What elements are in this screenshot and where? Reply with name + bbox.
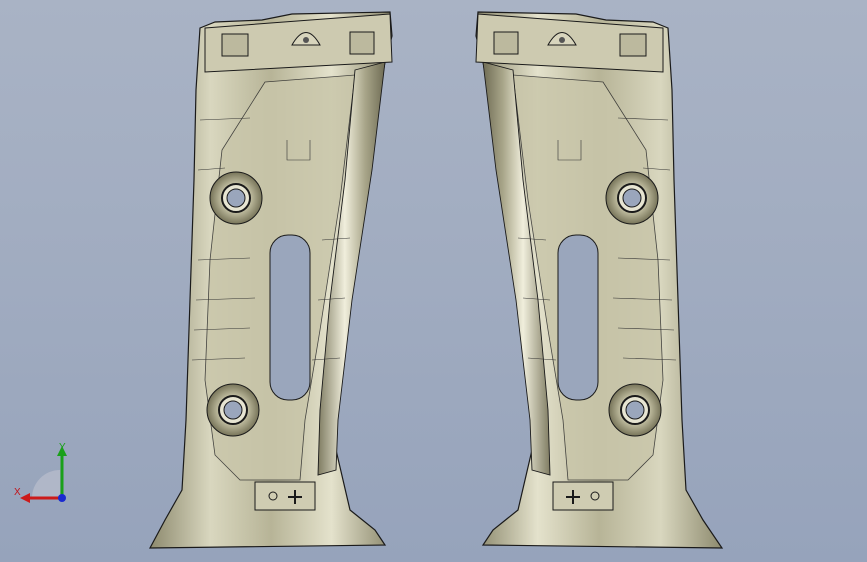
left-pillar-trim[interactable] [148, 11, 393, 549]
right-pillar-trim[interactable] [475, 11, 724, 549]
x-axis-arrow-icon [20, 493, 30, 503]
z-axis-dot-icon [58, 494, 66, 502]
axis-triad: Y X [14, 442, 67, 503]
cad-viewport[interactable]: Y X [0, 0, 867, 562]
triad-plane [32, 470, 60, 498]
x-axis-label: X [14, 487, 21, 498]
model-scene[interactable] [0, 0, 867, 562]
y-axis-label: Y [59, 442, 66, 453]
